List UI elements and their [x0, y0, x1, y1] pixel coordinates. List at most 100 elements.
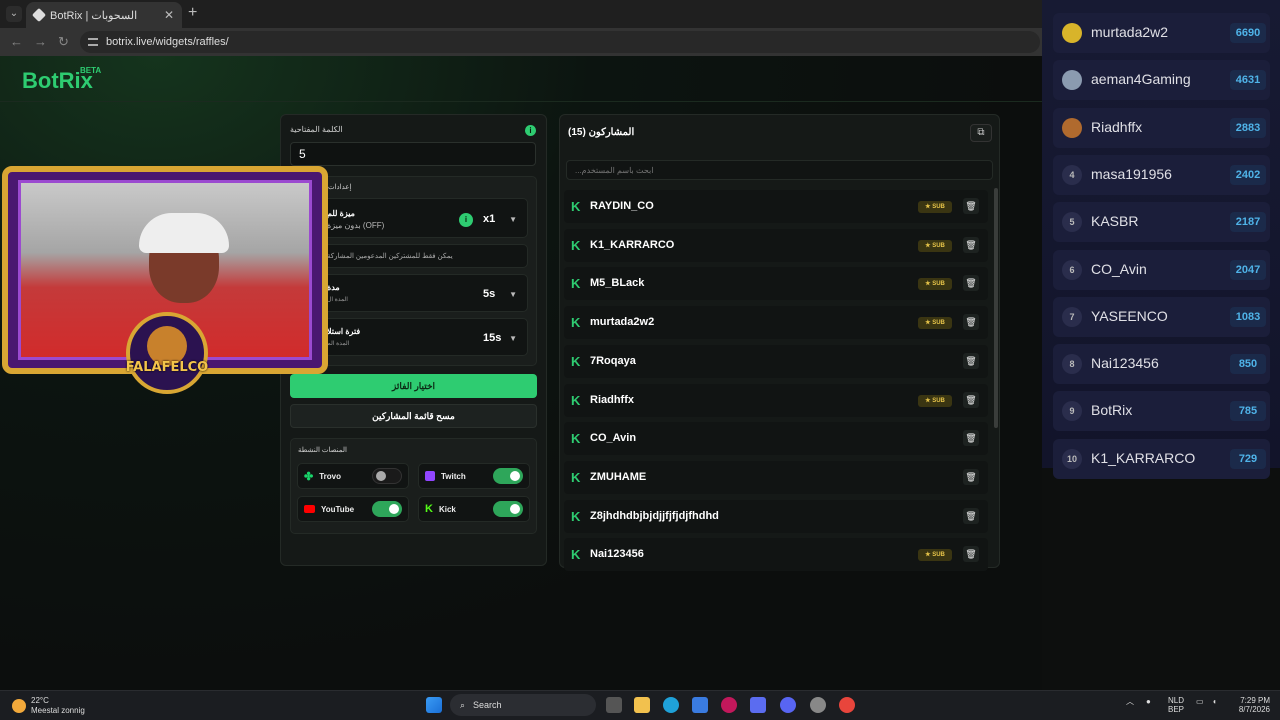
claim-period-select[interactable]: 15s ▼	[479, 329, 521, 347]
opera-icon[interactable]	[721, 697, 737, 713]
platform-name: Kick	[438, 504, 456, 514]
file-explorer-icon[interactable]	[634, 697, 650, 713]
store-icon[interactable]	[692, 697, 708, 713]
delete-icon[interactable]: 🗑	[963, 236, 979, 253]
taskbar-search[interactable]: ⌕ Search	[450, 694, 596, 716]
participant-scrollbar[interactable]	[994, 188, 998, 428]
delete-icon[interactable]: 🗑	[963, 275, 979, 292]
settings-section-label: إعدادات	[328, 184, 352, 191]
leaderboard-name: murtada2w2	[1091, 24, 1169, 40]
participant-name: murtada2w2	[590, 316, 655, 329]
rank-badge: 8	[1062, 354, 1082, 375]
copy-icon[interactable]: ⧉	[970, 124, 992, 142]
edge-icon[interactable]	[663, 697, 679, 713]
leaderboard-points: 785	[1230, 401, 1266, 422]
search-label: Search	[473, 700, 502, 710]
youtube-toggle[interactable]	[372, 501, 402, 517]
leaderboard-points: 4631	[1230, 70, 1266, 91]
clock[interactable]: 7:29 PM 8/7/2026	[1232, 696, 1270, 714]
leaderboard-row: 6 CO_Avin 2047	[1053, 249, 1270, 290]
row-title: ميزة للم	[327, 209, 355, 218]
language-indicator[interactable]: NLD BEP	[1168, 696, 1184, 714]
tray-chevron-icon[interactable]: ︿	[1126, 697, 1134, 706]
delete-icon[interactable]: 🗑	[963, 430, 979, 447]
delete-icon[interactable]: 🗑	[963, 314, 979, 331]
participants-title: المشاركون (15)	[568, 127, 635, 138]
reload-icon[interactable]: ↻	[58, 34, 69, 50]
app-header: BotRix BETA	[0, 56, 1042, 102]
leaderboard-name: aeman4Gaming	[1091, 71, 1191, 88]
weather-text: 22°C Meestal zonnig	[31, 696, 85, 716]
back-icon[interactable]: ←	[10, 34, 23, 49]
youtube-icon	[304, 505, 315, 513]
kick-icon: K	[425, 503, 433, 515]
info-icon[interactable]: i	[525, 125, 536, 136]
claim-period-value: 15s	[483, 332, 502, 344]
participant-row: K Nai123456 ★ SUB 🗑	[564, 538, 988, 572]
site-info-icon[interactable]	[88, 38, 98, 46]
platform-name: Twitch	[441, 471, 466, 481]
duration-select[interactable]: 5s ▼	[479, 285, 521, 303]
keyword-label: الكلمة المفتاحية	[290, 125, 343, 134]
task-view-icon[interactable]	[606, 697, 622, 713]
rank-badge: 7	[1062, 306, 1082, 327]
discord-icon[interactable]	[780, 697, 796, 713]
participant-name: Riadhffx	[590, 393, 634, 406]
close-tab-icon[interactable]: ✕	[164, 8, 174, 22]
tab-search-icon[interactable]: ⌄	[6, 6, 22, 22]
participant-row: K Riadhffx ★ SUB 🗑	[564, 383, 988, 417]
kick-icon: K	[571, 237, 581, 253]
browser-tab-strip: ⌄ BotRix | السحوبات ✕ +	[0, 0, 1042, 28]
delete-icon[interactable]: 🗑	[963, 391, 979, 408]
sub-badge: ★ SUB	[918, 394, 952, 407]
sub-label: SUB	[932, 242, 945, 249]
rank-badge: 6	[1062, 259, 1082, 280]
clear-participants-button[interactable]: مسح قائمة المشاركين	[290, 404, 537, 428]
forward-icon[interactable]: →	[34, 34, 47, 49]
duration-row: مدة المدة ال 5s ▼	[296, 274, 528, 312]
sub-label: SUB	[932, 204, 945, 210]
participant-row: K M5_BLack ★ SUB 🗑	[564, 267, 988, 301]
chrome-icon[interactable]	[839, 697, 855, 713]
platform-youtube: YouTube	[297, 496, 409, 522]
leaderboard-name: masa191956	[1091, 165, 1172, 182]
sub-label: SUB	[932, 397, 945, 404]
webcam-overlay: FALAFELCO	[0, 162, 330, 396]
participant-name: Nai123456	[590, 548, 644, 561]
trovo-toggle[interactable]	[372, 468, 402, 484]
settings-icon[interactable]	[810, 697, 826, 713]
platform-name: YouTube	[321, 504, 355, 514]
falafelco-logo: FALAFELCO	[126, 312, 208, 394]
delete-icon[interactable]: 🗑	[963, 352, 979, 369]
browser-tab[interactable]: BotRix | السحوبات ✕	[26, 2, 182, 28]
start-icon[interactable]	[426, 697, 442, 713]
new-tab-icon[interactable]: +	[188, 4, 197, 22]
duration-value: 5s	[483, 288, 496, 300]
participant-search-input[interactable]	[566, 160, 993, 180]
kick-icon: K	[571, 276, 581, 292]
rank-badge	[1062, 70, 1082, 91]
info-icon[interactable]: i	[459, 213, 473, 227]
twitch-toggle[interactable]	[493, 468, 523, 484]
delete-icon[interactable]: 🗑	[963, 468, 979, 485]
volume-icon[interactable]: ◖	[1212, 697, 1217, 706]
time: 7:29 PM	[1240, 696, 1270, 705]
weather-widget[interactable]: 22°C Meestal zonnig	[12, 696, 85, 716]
platforms-label: المنصات النشطة	[298, 447, 347, 454]
leaderboard-name: Riadhffx	[1091, 118, 1143, 135]
delete-icon[interactable]: 🗑	[963, 198, 979, 214]
microphone-icon[interactable]: ●	[1146, 697, 1151, 706]
app-icon[interactable]	[750, 697, 766, 713]
delete-icon[interactable]: 🗑	[963, 507, 979, 524]
address-bar[interactable]: botrix.live/widgets/raffles/	[80, 31, 1040, 53]
network-icon[interactable]: ▭	[1196, 697, 1204, 706]
kick-icon: K	[571, 315, 581, 331]
participant-row: K 7Roqaya 🗑	[564, 344, 988, 378]
botrix-favicon-icon	[31, 7, 47, 23]
participant-name: M5_BLack	[590, 277, 645, 290]
delete-icon[interactable]: 🗑	[963, 546, 979, 563]
multiplier-select[interactable]: x1 ▼	[479, 210, 521, 228]
kick-icon: K	[571, 469, 581, 485]
kick-toggle[interactable]	[493, 501, 523, 517]
sub-badge: ★ SUB	[918, 549, 952, 562]
